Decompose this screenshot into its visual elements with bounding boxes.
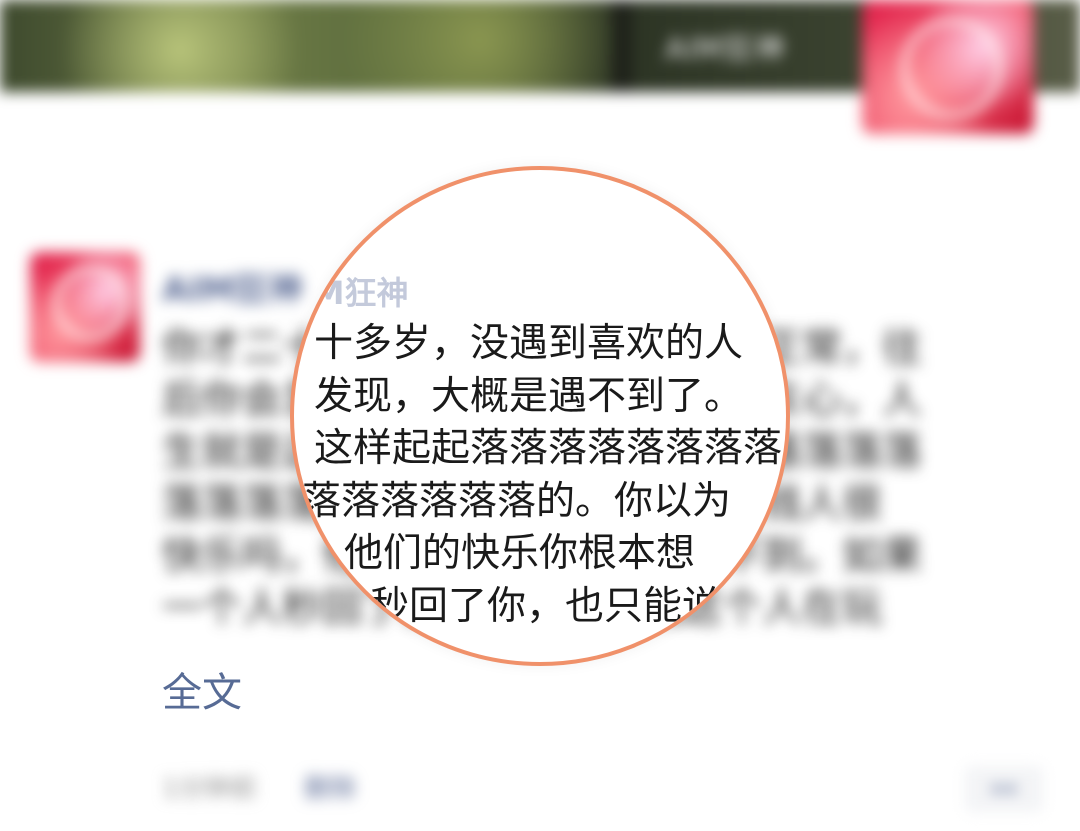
magnified-line: 落落落落落落的。你以为 [302, 478, 732, 524]
delete-link[interactable]: 删除 [304, 768, 356, 805]
magnified-line: 发现，大概是遇不到了。 [314, 373, 744, 419]
profile-avatar[interactable] [862, 0, 1034, 134]
magnified-post-text: 十多岁，没遇到喜欢的人 发现，大概是遇不到了。 这样起起落落落落落落落落 落落落… [294, 318, 786, 633]
more-dot [1007, 785, 1015, 793]
more-dots-icon [993, 785, 1001, 793]
full-text-link[interactable]: 全文 [162, 665, 242, 721]
magnified-author-name: AIM狂神 [294, 274, 409, 312]
post-avatar[interactable] [30, 252, 140, 362]
magnified-line: 这样起起落落落落落落落落 [314, 426, 783, 471]
magnifier-lens: AIM狂神 十多岁，没遇到喜欢的人 发现，大概是遇不到了。 这样起起落落落落落落… [290, 166, 790, 666]
cover-decoration [612, 0, 632, 92]
post-author-name[interactable]: AIM狂神 [162, 262, 303, 311]
cover-user-name: AIM狂神 [665, 32, 786, 67]
more-button[interactable] [965, 766, 1043, 812]
post-timestamp: 1分钟前 [162, 774, 257, 804]
magnified-line: 他们的快乐你根本想 [344, 531, 696, 576]
magnified-line: 个人秒回了你，也只能说 [292, 583, 722, 629]
magnified-line: 十多岁，没遇到喜欢的人 [314, 321, 744, 366]
